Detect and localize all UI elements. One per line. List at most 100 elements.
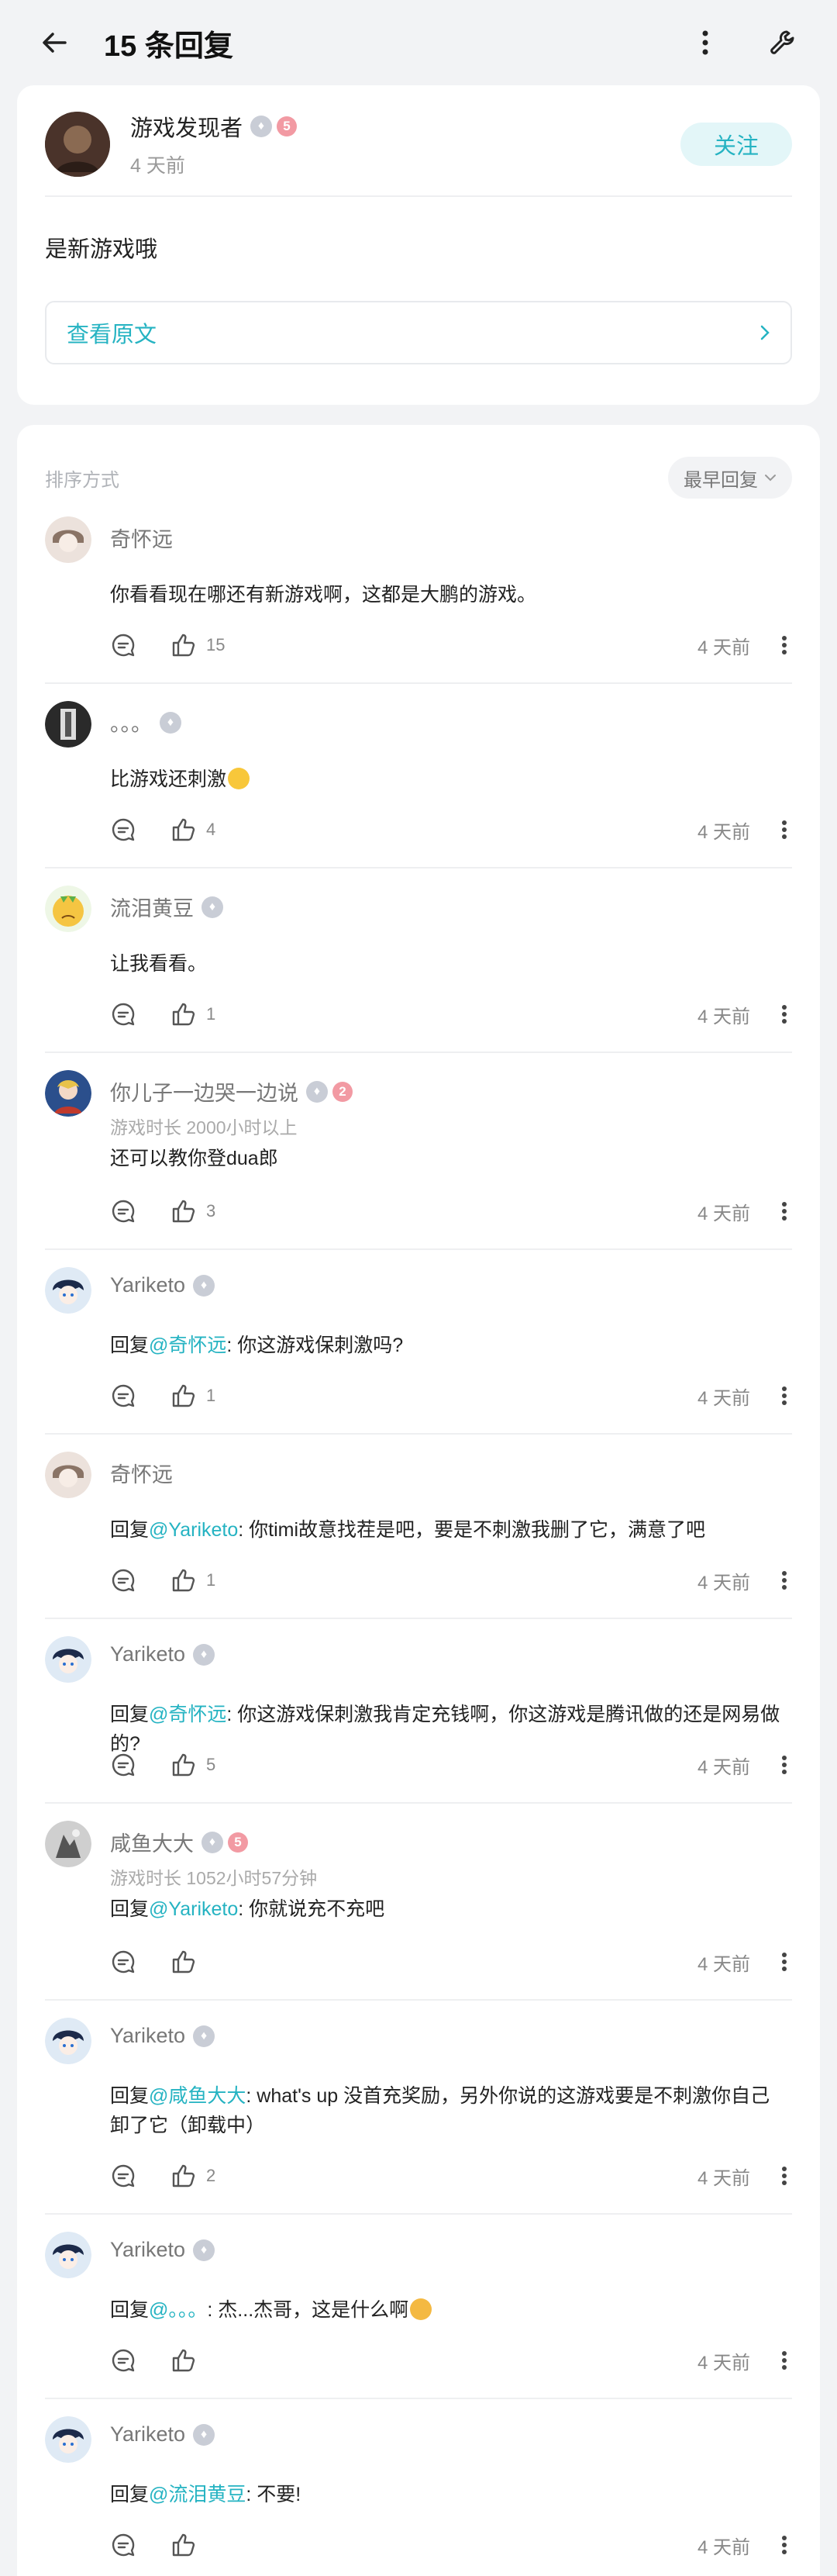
sort-row: 排序方式 最早回复: [45, 456, 792, 499]
commenter-name[interactable]: 流泪黄豆 ♦: [110, 892, 223, 922]
avatar[interactable]: [45, 1070, 91, 1117]
avatar[interactable]: [45, 2018, 91, 2064]
like-button[interactable]: 1: [170, 1567, 215, 1594]
like-button[interactable]: 15: [170, 632, 225, 658]
smile-emoji-icon: [228, 768, 250, 789]
verified-badge-icon: ♦: [202, 1831, 223, 1853]
more-vertical-icon: [782, 1202, 787, 1221]
post-author-name[interactable]: 游戏发现者 ♦ 5: [130, 110, 680, 143]
thumbs-up-icon: [172, 1950, 195, 1973]
comment-icon: [112, 2349, 135, 2372]
reply-button[interactable]: [110, 1567, 136, 1594]
avatar[interactable]: [45, 2232, 91, 2278]
avatar[interactable]: [45, 516, 91, 563]
like-button[interactable]: 3: [170, 1198, 215, 1224]
avatar-image-icon: [45, 1070, 91, 1117]
mention-link[interactable]: @奇怀远: [149, 1335, 226, 1356]
tools-button[interactable]: [760, 19, 806, 66]
commenter-name[interactable]: 奇怀远: [110, 1458, 173, 1488]
comment-icon: [112, 1950, 135, 1973]
comment-actions: 1 4 天前: [110, 1380, 792, 1411]
reply-button[interactable]: [110, 632, 136, 658]
mention-link[interactable]: @Yariketo: [149, 1898, 238, 1920]
commenter-name[interactable]: 咸鱼大大 ♦ 5: [110, 1827, 317, 1857]
verified-badge-icon: ♦: [250, 116, 273, 137]
comment-text-body: 比游戏还刺激: [110, 768, 227, 790]
commenter-name[interactable]: 你儿子一边哭一边说 ♦ 2: [110, 1076, 353, 1107]
follow-button[interactable]: 关注: [680, 123, 792, 166]
mention-link[interactable]: @奇怀远: [149, 1704, 226, 1725]
avatar[interactable]: [45, 1452, 91, 1498]
like-button[interactable]: 5: [170, 1752, 215, 1778]
reply-button[interactable]: [110, 1198, 136, 1224]
like-button[interactable]: 2: [170, 2163, 215, 2189]
avatar[interactable]: [45, 1821, 91, 1867]
comment-more-button[interactable]: [777, 2350, 792, 2371]
comment-more-button[interactable]: [777, 1755, 792, 1775]
commenter-name[interactable]: 奇怀远: [110, 523, 173, 553]
comment-more-button[interactable]: [777, 635, 792, 655]
comment-actions: 1 4 天前: [110, 999, 792, 1030]
comment-text: 回复@。。。: 杰...杰哥，这是什么啊: [110, 2295, 792, 2325]
reply-button[interactable]: [110, 2347, 136, 2374]
commenter-name[interactable]: Yariketo ♦: [110, 2238, 215, 2262]
like-button[interactable]: 1: [170, 1383, 215, 1409]
comment-more-button[interactable]: [777, 1952, 792, 1972]
comment-text: 让我看看。: [110, 953, 208, 975]
commenter-name[interactable]: Yariketo ♦: [110, 2024, 215, 2048]
avatar[interactable]: [45, 886, 91, 932]
more-options-button[interactable]: [682, 19, 728, 66]
avatar[interactable]: [45, 1267, 91, 1314]
avatar[interactable]: [45, 112, 110, 177]
comment-more-button[interactable]: [777, 1386, 792, 1406]
reply-button[interactable]: [110, 1001, 136, 1027]
level-badge: 2: [332, 1081, 353, 1102]
like-button[interactable]: [170, 1949, 206, 1975]
comment-icon: [112, 2533, 135, 2557]
like-button[interactable]: 1: [170, 1001, 215, 1027]
like-button[interactable]: [170, 2532, 206, 2558]
comment-more-button[interactable]: [777, 1201, 792, 1221]
reply-button[interactable]: [110, 2532, 136, 2558]
more-vertical-icon: [782, 2351, 787, 2370]
like-button[interactable]: 4: [170, 817, 215, 843]
mention-link[interactable]: @咸鱼大大: [149, 2085, 246, 2107]
thumbs-up-icon: [172, 1384, 195, 1407]
commenter-name[interactable]: Yariketo ♦: [110, 1642, 215, 1666]
avatar[interactable]: [45, 1636, 91, 1683]
reply-button[interactable]: [110, 1383, 136, 1409]
commenter-name[interactable]: 。。。 ♦: [110, 707, 181, 737]
mention-link[interactable]: @流泪黄豆: [149, 2484, 246, 2505]
like-count: 1: [206, 1004, 216, 1024]
comment-more-button[interactable]: [777, 820, 792, 840]
view-original-button[interactable]: 查看原文: [45, 301, 792, 364]
commenter-name-text: 。。。: [110, 713, 152, 736]
playtime-text: 游戏时长 1052小时57分钟: [110, 1868, 318, 1888]
comment-text: 回复@Yariketo: 你就说充不充吧: [110, 1894, 792, 1924]
comment-more-button[interactable]: [777, 2535, 792, 2555]
commenter-name[interactable]: Yariketo ♦: [110, 1273, 215, 1297]
sort-dropdown[interactable]: 最早回复: [668, 457, 792, 499]
comment-more-button[interactable]: [777, 1570, 792, 1590]
like-button[interactable]: [170, 2347, 206, 2374]
comment-item: Yariketo ♦ 回复@奇怀远: 你这游戏保刺激吗? 1 4 天前: [45, 1250, 792, 1435]
reply-button[interactable]: [110, 2163, 136, 2189]
commenter-name[interactable]: Yariketo ♦: [110, 2422, 215, 2447]
comment-time: 4 天前: [697, 2167, 750, 2189]
avatar[interactable]: [45, 701, 91, 748]
mention-link[interactable]: @。。。: [149, 2299, 207, 2321]
commenter-name-text: 流泪黄豆: [110, 897, 194, 920]
comment-more-button[interactable]: [777, 2166, 792, 2186]
comment-more-button[interactable]: [777, 1004, 792, 1024]
comment-text: 回复@流泪黄豆: 不要!: [110, 2480, 792, 2509]
back-button[interactable]: [31, 19, 78, 66]
reply-button[interactable]: [110, 1949, 136, 1975]
avatar-image-icon: [45, 1636, 91, 1683]
avatar[interactable]: [45, 2416, 91, 2463]
reply-button[interactable]: [110, 817, 136, 843]
arrow-left-icon: [43, 33, 67, 53]
comment-item: 奇怀远 你看看现在哪还有新游戏啊，这都是大鹏的游戏。 15 4 天前: [45, 499, 792, 684]
mention-link[interactable]: @Yariketo: [149, 1519, 238, 1541]
reply-button[interactable]: [110, 1752, 136, 1778]
comment-actions: 4 天前: [110, 1946, 792, 1977]
